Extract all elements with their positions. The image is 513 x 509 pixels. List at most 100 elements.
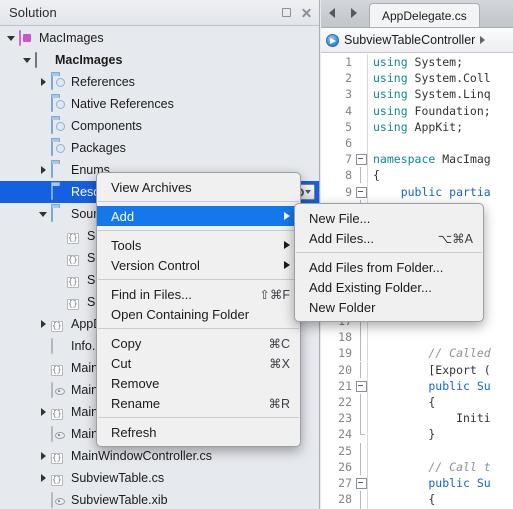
disclosure-triangle-icon[interactable] <box>38 318 50 330</box>
solution-pad-header: Solution <box>0 0 319 26</box>
code-token: namespace <box>373 152 443 167</box>
menu-item[interactable]: Copy ⌘C <box>97 333 300 353</box>
tree-item[interactable]: SubviewTable.xib <box>0 489 319 509</box>
code-fold-marker[interactable] <box>355 442 367 459</box>
tree-item[interactable]: {} SubviewTable.cs <box>0 467 319 489</box>
code-fold-marker[interactable] <box>355 103 367 119</box>
code-fold-marker[interactable] <box>355 345 367 362</box>
menu-item[interactable]: Rename ⌘R <box>97 393 300 413</box>
tree-item[interactable]: MacImages <box>0 27 319 49</box>
code-fold-marker[interactable] <box>355 410 367 427</box>
menu-item-shortcut: ⌥⌘A <box>437 231 473 246</box>
code-line: 3 using System.Linq <box>321 86 513 103</box>
line-number: 27 <box>338 475 352 490</box>
code-fold-marker[interactable] <box>355 329 367 346</box>
code-fold-marker[interactable] <box>355 426 367 442</box>
menu-item-label: Version Control <box>111 257 200 273</box>
tree-item[interactable]: Packages <box>0 137 319 159</box>
code-text: // Called <box>369 346 490 360</box>
code-token: System.Coll <box>414 71 491 86</box>
menu-item-shortcut: ⌘R <box>268 396 290 411</box>
code-token: using <box>373 87 415 102</box>
disclosure-triangle-icon[interactable] <box>38 76 50 88</box>
tab-label: AppDelegate.cs <box>382 8 467 23</box>
menu-item[interactable]: New File... <box>295 208 483 228</box>
line-number: 21 <box>338 378 352 393</box>
code-fold-marker[interactable] <box>355 475 367 491</box>
code-fold-marker[interactable] <box>355 394 367 411</box>
menu-item-label: Copy <box>111 335 142 351</box>
line-number: 20 <box>338 362 352 377</box>
code-fold-marker[interactable] <box>355 54 367 70</box>
context-menu[interactable]: View Archives Add Tools Version Control Find… <box>96 172 301 447</box>
tree-item[interactable]: MacImages <box>0 49 319 71</box>
code-line: 22 { <box>321 393 513 411</box>
code-token: Foundation; <box>414 103 491 118</box>
add-submenu[interactable]: New File... Add Files... ⌥⌘A Add Files from… <box>294 203 484 322</box>
code-fold-marker[interactable] <box>355 135 367 151</box>
menu-item-label: Find in Files... <box>111 286 192 302</box>
menu-item-label: Add <box>111 208 135 224</box>
code-line: 6 <box>321 134 513 152</box>
code-fold-marker[interactable] <box>355 378 367 394</box>
menu-item[interactable]: Add Existing Folder... <box>295 277 483 297</box>
menu-item[interactable]: Refresh <box>97 422 300 442</box>
code-fold-marker[interactable] <box>355 491 367 508</box>
tree-item[interactable]: Components <box>0 115 319 137</box>
menu-item[interactable]: Find in Files... ⇧⌘F <box>97 284 300 304</box>
ide-window: Solution MacImages MacImages References Nat… <box>0 0 513 509</box>
code-fold-marker[interactable] <box>355 86 367 102</box>
code-line: 24 } <box>321 426 513 443</box>
pin-icon[interactable] <box>282 7 293 19</box>
code-text: using AppKit; <box>369 120 463 134</box>
menu-item[interactable]: Add Files from Folder... <box>295 257 483 277</box>
code-fold-marker[interactable] <box>355 184 367 200</box>
disclosure-triangle-icon[interactable] <box>38 450 50 462</box>
line-number: 25 <box>338 443 352 458</box>
tree-item-label: Packages <box>71 141 126 155</box>
disclosure-triangle-icon[interactable] <box>38 472 50 484</box>
nav-back-icon[interactable] <box>321 0 343 27</box>
menu-item[interactable]: Add Files... ⌥⌘A <box>295 228 483 248</box>
menu-item[interactable]: Add <box>97 206 300 226</box>
tab-appdelegate-cs[interactable]: AppDelegate.cs <box>369 3 480 27</box>
disclosure-triangle-icon[interactable] <box>6 32 18 44</box>
page-title: Solution <box>9 5 57 20</box>
menu-item[interactable]: Cut ⌘X <box>97 353 300 373</box>
code-fold-marker[interactable] <box>355 361 367 378</box>
menu-item[interactable]: Remove <box>97 373 300 393</box>
disclosure-triangle-icon[interactable] <box>22 54 34 66</box>
code-fold-marker[interactable] <box>355 70 367 86</box>
code-text: // Call t <box>369 460 490 474</box>
disclosure-triangle-icon[interactable] <box>38 208 50 220</box>
code-text: } <box>369 427 435 441</box>
breadcrumb[interactable]: SubviewTableController <box>321 28 513 53</box>
menu-item[interactable]: Open Containing Folder <box>97 304 300 324</box>
code-line: 28 { <box>321 491 513 508</box>
tree-item[interactable]: {} MainWindowController.cs <box>0 445 319 467</box>
menu-item[interactable]: New Folder <box>295 297 483 317</box>
close-icon[interactable] <box>301 8 312 19</box>
code-fold-marker[interactable] <box>355 167 367 184</box>
menu-separator <box>98 201 299 202</box>
code-line: 7 namespace MacImag <box>321 151 513 168</box>
menu-item[interactable]: View Archives <box>97 177 300 197</box>
menu-separator <box>98 279 299 280</box>
code-fold-marker[interactable] <box>355 151 367 167</box>
code-token: AppKit; <box>414 119 464 134</box>
nav-forward-icon[interactable] <box>343 0 365 27</box>
disclosure-triangle-icon[interactable] <box>38 406 50 418</box>
menu-item[interactable]: Version Control <box>97 255 300 275</box>
tree-item-label: References <box>71 75 135 89</box>
tree-item[interactable]: References <box>0 71 319 93</box>
menu-item-shortcut: ⌘C <box>268 336 290 351</box>
code-fold-marker[interactable] <box>355 119 367 135</box>
menu-item[interactable]: Tools <box>97 235 300 255</box>
tree-item[interactable]: Native References <box>0 93 319 115</box>
code-text: public Su <box>369 379 490 393</box>
editor-tab-bar: AppDelegate.cs <box>321 0 513 28</box>
code-line: 1 using System; <box>321 54 513 71</box>
code-fold-marker[interactable] <box>355 458 367 475</box>
line-number: 28 <box>338 492 352 507</box>
disclosure-triangle-icon[interactable] <box>38 164 50 176</box>
